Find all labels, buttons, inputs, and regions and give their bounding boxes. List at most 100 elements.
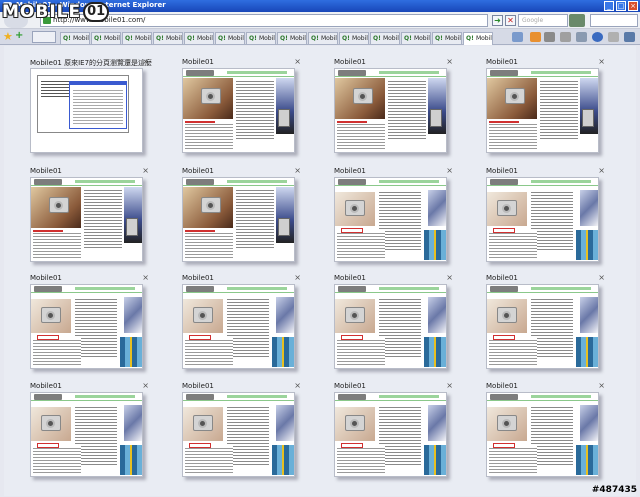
watermark: #487435 [591, 485, 637, 495]
tab-label: Mobile01 [351, 35, 368, 42]
thumbnail-title: Mobile01 [182, 274, 214, 282]
toolbar-extra-icon[interactable] [624, 32, 635, 42]
page-preview[interactable] [486, 392, 599, 477]
tab-6[interactable]: Q! Mobile01 [215, 32, 245, 44]
thumbnail-title: Mobile01 [334, 274, 366, 282]
tab-label: Mobile01 [475, 35, 492, 42]
page-preview[interactable] [182, 68, 295, 153]
close-tab-icon[interactable]: × [142, 57, 149, 66]
thumbnail-title: Mobile01 [30, 382, 62, 390]
help-icon[interactable] [592, 32, 603, 42]
close-tab-icon[interactable]: × [294, 273, 301, 282]
home-icon[interactable] [512, 32, 523, 42]
page-preview[interactable] [486, 177, 599, 262]
tab-label: Mobile01 [134, 35, 151, 42]
thumbnail-title: Mobile01 [486, 382, 518, 390]
logo-badge: 01 [83, 2, 110, 22]
tab-12[interactable]: Q! Mobile01 [401, 32, 431, 44]
close-tab-icon[interactable]: × [598, 166, 605, 175]
close-tab-icon[interactable]: × [598, 57, 605, 66]
window-controls: _ □ × [604, 1, 638, 11]
tab-10[interactable]: Q! Mobile01 [339, 32, 369, 44]
tab-label: Mobile01 [258, 35, 275, 42]
quick-tabs-view: Mobile01 原來IE7的分頁瀏覽還是這麼 × Mobile01 × Mobile0… [4, 46, 636, 496]
tab-5[interactable]: Q! Mobile01 [184, 32, 214, 44]
tab-8[interactable]: Q! Mobile01 [277, 32, 307, 44]
tab-9[interactable]: Q! Mobile01 [308, 32, 338, 44]
tab-7[interactable]: Q! Mobile01 [246, 32, 276, 44]
close-tab-icon[interactable]: × [294, 381, 301, 390]
page-preview[interactable] [30, 68, 143, 153]
tab-label: Mobile01 [72, 35, 89, 42]
page-preview[interactable] [182, 392, 295, 477]
tab-label: Mobile01 [165, 35, 182, 42]
tab-1[interactable]: Q! Mobile01 [60, 32, 90, 44]
page-preview[interactable] [334, 68, 447, 153]
stop-button[interactable]: ✕ [505, 15, 516, 26]
thumbnail-title: Mobile01 [334, 167, 366, 175]
tab-favicon-icon: Q! [63, 35, 73, 42]
thumbnail-title: Mobile01 [30, 167, 62, 175]
tab-14[interactable]: Q! Mobile01 [463, 32, 493, 45]
page-preview[interactable] [334, 392, 447, 477]
minimize-button[interactable]: _ [604, 1, 614, 11]
thumbnail-title: Mobile01 [334, 58, 366, 66]
page-preview[interactable] [30, 284, 143, 369]
page-preview[interactable] [334, 177, 447, 262]
maximize-button[interactable]: □ [616, 1, 626, 11]
thumbnail-title: Mobile01 [486, 58, 518, 66]
tab-favicon-icon: Q! [311, 35, 321, 42]
close-tab-icon[interactable]: × [142, 381, 149, 390]
page-preview[interactable] [334, 284, 447, 369]
tab-favicon-icon: Q! [342, 35, 352, 42]
tab-favicon-icon: Q! [373, 35, 383, 42]
close-tab-icon[interactable]: × [598, 381, 605, 390]
tab-favicon-icon: Q! [466, 35, 476, 42]
page-preview[interactable] [486, 284, 599, 369]
quick-tabs-button[interactable] [32, 31, 56, 43]
close-tab-icon[interactable]: × [446, 57, 453, 66]
thumbnail-title: Mobile01 [182, 382, 214, 390]
close-tab-icon[interactable]: × [598, 273, 605, 282]
close-window-button[interactable]: × [628, 1, 638, 11]
page-preview[interactable] [30, 177, 143, 262]
favorites-star-icon[interactable]: ★ [3, 30, 13, 43]
tab-favicon-icon: Q! [125, 35, 135, 42]
tab-favicon-icon: Q! [94, 35, 104, 42]
logo-text: MOBILE [2, 2, 82, 22]
go-button[interactable]: ➜ [492, 15, 503, 26]
close-tab-icon[interactable]: × [294, 166, 301, 175]
search-button[interactable] [569, 14, 585, 27]
print-icon[interactable] [544, 32, 555, 42]
tab-label: Mobile01 [289, 35, 306, 42]
page-menu-icon[interactable] [560, 32, 571, 42]
tab-favicon-icon: Q! [218, 35, 228, 42]
search-input[interactable]: Google [518, 14, 568, 27]
close-tab-icon[interactable]: × [446, 166, 453, 175]
close-tab-icon[interactable]: × [446, 381, 453, 390]
page-preview[interactable] [182, 284, 295, 369]
site-logo-overlay: MOBILE 01 [2, 1, 110, 23]
close-tab-icon[interactable]: × [294, 57, 301, 66]
thumbnail-title: Mobile01 [486, 167, 518, 175]
close-tab-icon[interactable]: × [142, 273, 149, 282]
tab-label: Mobile01 [103, 35, 120, 42]
tab-favicon-icon: Q! [435, 35, 445, 42]
tab-favicon-icon: Q! [404, 35, 414, 42]
add-favorite-icon[interactable]: + [15, 30, 23, 41]
page-preview[interactable] [486, 68, 599, 153]
tab-13[interactable]: Q! Mobile01 [432, 32, 462, 44]
tab-2[interactable]: Q! Mobile01 [91, 32, 121, 44]
tools-icon[interactable] [576, 32, 587, 42]
page-preview[interactable] [30, 392, 143, 477]
page-preview[interactable] [182, 177, 295, 262]
tab-11[interactable]: Q! Mobile01 [370, 32, 400, 44]
research-icon[interactable] [608, 32, 619, 42]
close-tab-icon[interactable]: × [446, 273, 453, 282]
search-field[interactable] [590, 14, 638, 27]
tab-4[interactable]: Q! Mobile01 [153, 32, 183, 44]
thumbnail-title: Mobile01 原來IE7的分頁瀏覽還是這麼 [30, 59, 153, 67]
tab-3[interactable]: Q! Mobile01 [122, 32, 152, 44]
close-tab-icon[interactable]: × [142, 166, 149, 175]
feeds-icon[interactable] [530, 32, 541, 42]
